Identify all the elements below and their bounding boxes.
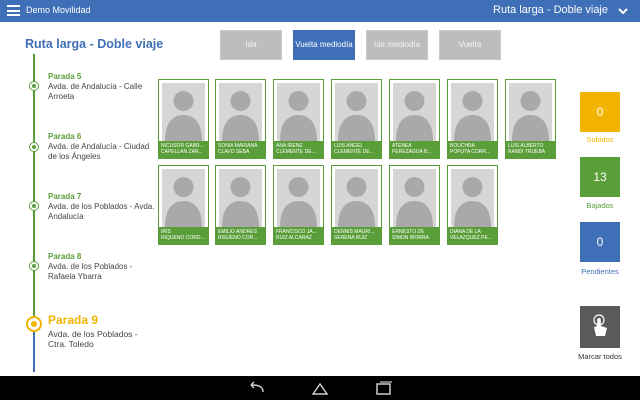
passenger-last-name: CLAVO SEBA: [218, 149, 250, 155]
avatar-placeholder-icon: [335, 169, 378, 227]
tab-ida[interactable]: Ida: [220, 30, 282, 60]
passenger-card[interactable]: DENNIS MAURI... SERENA RUIZ: [331, 165, 382, 245]
current-stop-name[interactable]: Parada 9: [48, 313, 98, 327]
passenger-last-name: PEREZAGUA B...: [392, 149, 432, 155]
passenger-card[interactable]: ERNESTO DE SIMON IBORRA: [389, 165, 440, 245]
stop-address: Avda. de Andalucía - Ciudad de los Ángel…: [48, 142, 150, 161]
stop-name[interactable]: Parada 7: [48, 192, 81, 201]
passenger-last-name: VELÁZQUEZ PE...: [450, 235, 492, 241]
passenger-last-name: CAPELLAN ZAR...: [161, 149, 203, 155]
mark-all-label: Marcar todos: [578, 352, 622, 361]
stop-address: Avda. de los Poblados - Avda. Andalucía: [48, 202, 155, 221]
passenger-card[interactable]: BOUCHRA POPUTA CORR...: [447, 79, 498, 159]
back-icon[interactable]: [247, 381, 265, 395]
system-nav-bar: [0, 376, 640, 400]
avatar-placeholder-icon: [219, 169, 262, 227]
current-stop-marker-icon: [26, 316, 42, 332]
passenger-name: EMILIO ANDRÉS RISUEÑO CÓR...: [216, 227, 265, 244]
avatar-placeholder-icon: [162, 83, 205, 141]
passenger-last-name: RANDI TRUEBA: [508, 149, 546, 155]
passenger-card[interactable]: ATENEA PEREZAGUA B...: [389, 79, 440, 159]
counter-pendientes-label: Pendientes: [581, 267, 619, 276]
hamburger-menu-icon[interactable]: [7, 5, 20, 16]
stop-name[interactable]: Parada 5: [48, 72, 81, 81]
chevron-down-icon[interactable]: [616, 4, 630, 18]
passenger-last-name: RIQUEÑO CÓRD...: [161, 235, 205, 241]
counter-pendientes: 0: [580, 222, 620, 262]
stop-address: Avda. de los Poblados - Rafaela Ybarra: [48, 262, 133, 281]
passenger-card[interactable]: LUIS ALBERTO RANDI TRUEBA: [505, 79, 556, 159]
stop-marker-icon: [29, 201, 39, 211]
avatar-placeholder-icon: [219, 83, 262, 141]
passenger-last-name: SIMON IBORRA: [392, 235, 429, 241]
passenger-last-name: CLEMENTE DE...: [276, 149, 316, 155]
passenger-card[interactable]: NICUSOR GABR... CAPELLAN ZAR...: [158, 79, 209, 159]
app-title: Demo Movilidad: [26, 5, 91, 15]
avatar-placeholder-icon: [393, 83, 436, 141]
passenger-last-name: CLEMENTE DE...: [334, 149, 374, 155]
avatar-placeholder-icon: [509, 83, 552, 141]
passenger-name: ERNESTO DE SIMON IBORRA: [390, 227, 439, 244]
home-icon[interactable]: [311, 381, 329, 395]
counter-subidos-label: Subidos: [586, 135, 614, 144]
passenger-card[interactable]: DIANA DE LA VELÁZQUEZ PE...: [447, 165, 498, 245]
stop-name[interactable]: Parada 6: [48, 132, 81, 141]
passenger-name: ANA IRENE CLEMENTE DE...: [274, 141, 323, 158]
passenger-card[interactable]: ANA IRENE CLEMENTE DE...: [273, 79, 324, 159]
passenger-card[interactable]: EMILIO ANDRÉS RISUEÑO CÓR...: [215, 165, 266, 245]
touch-hand-icon: [593, 314, 607, 336]
page-title: Ruta larga - Doble viaje: [25, 37, 164, 51]
counter-subidos: 0: [580, 92, 620, 132]
tab-vuelta[interactable]: Vuelta: [439, 30, 501, 60]
passenger-last-name: RISUEÑO CÓR...: [218, 235, 258, 241]
tab-ida-mediodia[interactable]: Ida mediodía: [366, 30, 428, 60]
passenger-card[interactable]: FRANCISCO JA... RUIZ ALCARAZ: [273, 165, 324, 245]
avatar-placeholder-icon: [451, 169, 494, 227]
passenger-name: ATENEA PEREZAGUA B...: [390, 141, 439, 158]
counter-bajados: 13: [580, 157, 620, 197]
recents-icon[interactable]: [375, 381, 393, 395]
tab-vuelta-mediodia[interactable]: Vuelta mediodía: [293, 30, 355, 60]
avatar-placeholder-icon: [277, 169, 320, 227]
current-stop-address: Avda. de los Poblados - Ctra. Toledo: [48, 329, 138, 350]
passenger-name: SONIA MARIANA CLAVO SEBA: [216, 141, 265, 158]
route-selector[interactable]: Ruta larga - Doble viaje: [493, 4, 608, 16]
stop-marker-icon: [29, 81, 39, 91]
passenger-last-name: RUIZ ALCARAZ: [276, 235, 312, 241]
passenger-name: LUIS ALBERTO RANDI TRUEBA: [506, 141, 555, 158]
passenger-card[interactable]: IRIS RIQUEÑO CÓRD...: [158, 165, 209, 245]
app-bar: Demo Movilidad Ruta larga - Doble viaje: [0, 0, 640, 22]
passenger-name: DIANA DE LA VELÁZQUEZ PE...: [448, 227, 497, 244]
passenger-card[interactable]: SONIA MARIANA CLAVO SEBA: [215, 79, 266, 159]
stop-name[interactable]: Parada 8: [48, 252, 81, 261]
passenger-name: IRIS RIQUEÑO CÓRD...: [159, 227, 208, 244]
stop-marker-icon: [29, 142, 39, 152]
avatar-placeholder-icon: [451, 83, 494, 141]
passenger-name: BOUCHRA POPUTA CORR...: [448, 141, 497, 158]
stop-marker-icon: [29, 261, 39, 271]
passenger-last-name: POPUTA CORR...: [450, 149, 491, 155]
counter-bajados-label: Bajados: [586, 201, 614, 210]
avatar-placeholder-icon: [162, 169, 205, 227]
avatar-placeholder-icon: [277, 83, 320, 141]
passenger-name: DENNIS MAURI... SERENA RUIZ: [332, 227, 381, 244]
avatar-placeholder-icon: [335, 83, 378, 141]
passenger-last-name: SERENA RUIZ: [334, 235, 368, 241]
passenger-name: FRANCISCO JA... RUIZ ALCARAZ: [274, 227, 323, 244]
passenger-name: NICUSOR GABR... CAPELLAN ZAR...: [159, 141, 208, 158]
mark-all-button[interactable]: [580, 306, 620, 348]
avatar-placeholder-icon: [393, 169, 436, 227]
passenger-card[interactable]: LUIS ANGEL CLEMENTE DE...: [331, 79, 382, 159]
passenger-name: LUIS ANGEL CLEMENTE DE...: [332, 141, 381, 158]
stop-address: Avda. de Andalucía - Calle Arroeta: [48, 82, 143, 101]
route-timeline: [33, 54, 35, 316]
